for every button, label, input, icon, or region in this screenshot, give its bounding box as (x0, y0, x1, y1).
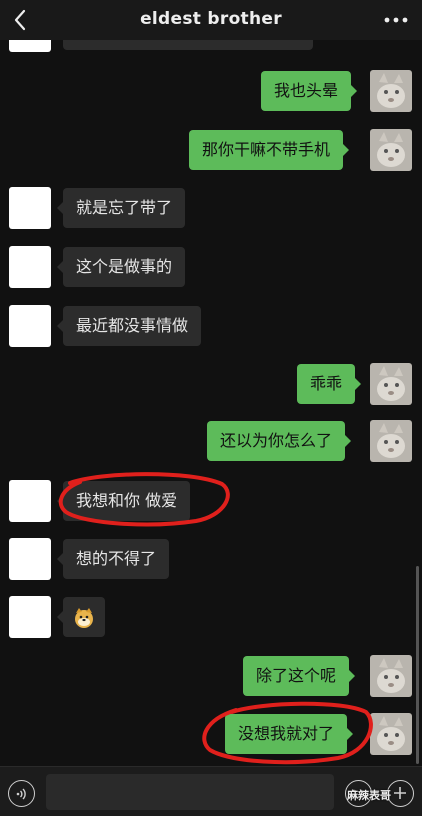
message-sent[interactable]: 那你干嘛不带手机 (189, 130, 350, 170)
scrollbar[interactable] (416, 566, 419, 764)
cat-avatar-icon (370, 70, 412, 112)
voice-icon (16, 788, 26, 799)
cat-avatar-icon (370, 420, 412, 462)
my-avatar[interactable] (370, 129, 412, 171)
chat-title: eldest brother (140, 9, 282, 29)
contact-avatar[interactable] (9, 305, 51, 347)
my-avatar[interactable] (370, 713, 412, 755)
message-sent[interactable]: 我也头晕 (261, 71, 358, 111)
message-received[interactable]: 就是忘了带了 (56, 188, 186, 228)
cat-avatar-icon (370, 713, 412, 755)
input-toolbar: 麻辣表哥 (0, 766, 422, 816)
cat-avatar-icon (370, 655, 412, 697)
message-received[interactable]: 我想和你 做爱 (56, 481, 191, 521)
chat-header: eldest brother (0, 0, 422, 40)
my-avatar[interactable] (370, 363, 412, 405)
contact-avatar[interactable] (9, 480, 51, 522)
message-input[interactable] (46, 774, 334, 810)
my-avatar[interactable] (370, 70, 412, 112)
message-received[interactable]: 想的不得了 (56, 539, 170, 579)
message-sent[interactable]: 没想我就对了 (225, 714, 354, 754)
cat-avatar-icon (370, 129, 412, 171)
message-received[interactable] (57, 597, 105, 637)
contact-avatar[interactable] (9, 538, 51, 580)
message-received[interactable] (63, 40, 313, 50)
watermark-label: 麻辣表哥 (347, 789, 391, 802)
my-avatar[interactable] (370, 420, 412, 462)
message-sent[interactable]: 乖乖 (297, 364, 362, 404)
message-list[interactable]: 我也头晕 那你干嘛不带手机 就是忘了带了 这个是做事的 最近都没事情做 乖乖 还… (0, 40, 422, 766)
contact-avatar[interactable] (9, 40, 51, 52)
doge-emoji-icon (75, 607, 93, 628)
message-received[interactable]: 最近都没事情做 (56, 306, 202, 346)
my-avatar[interactable] (370, 655, 412, 697)
plus-button[interactable] (387, 780, 414, 807)
contact-avatar[interactable] (9, 596, 51, 638)
cat-avatar-icon (370, 363, 412, 405)
contact-avatar[interactable] (9, 187, 51, 229)
more-button[interactable] (384, 12, 408, 28)
message-received[interactable]: 这个是做事的 (56, 247, 186, 287)
message-sent[interactable]: 除了这个呢 (243, 656, 356, 696)
plus-icon (394, 787, 406, 799)
contact-avatar[interactable] (9, 246, 51, 288)
voice-button[interactable] (8, 780, 35, 807)
message-sent[interactable]: 还以为你怎么了 (207, 421, 352, 461)
more-dots-icon (384, 17, 408, 23)
